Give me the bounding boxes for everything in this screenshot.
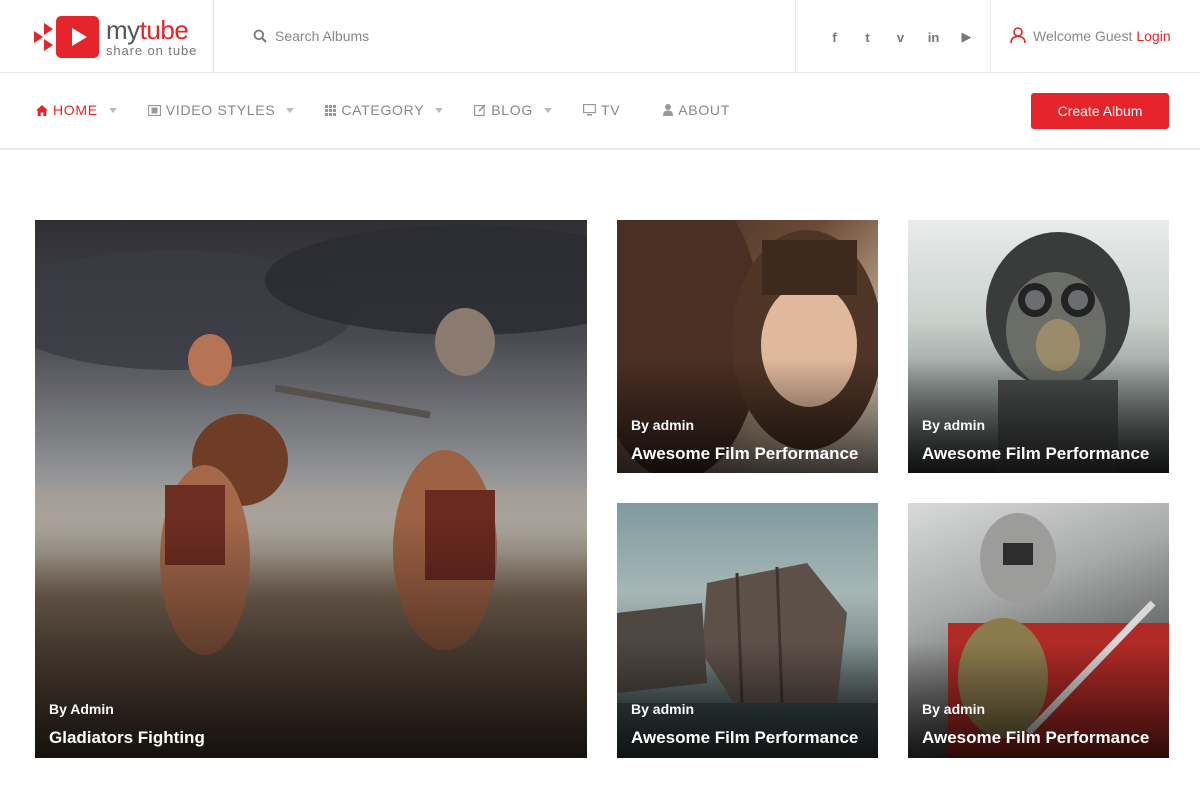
brand-name: mytube [106,15,189,45]
logo-icon [34,15,100,59]
album-card[interactable]: By admin Awesome Film Performance [908,503,1169,758]
chevron-down-icon [108,107,117,113]
search-input[interactable] [275,28,475,44]
nav-label: ABOUT [678,102,730,118]
welcome-text: Welcome Guest [1033,27,1133,44]
album-author: By admin [922,417,986,433]
album-author: By admin [631,701,695,717]
divider [990,0,991,73]
nav-label: CATEGORY [341,102,425,118]
nav-item-tv[interactable]: TV [582,102,621,118]
nav-item-blog[interactable]: BLOG [474,102,552,118]
film-icon [147,104,161,116]
main-nav: HOME VIDEO STYLES CATEGORY BLOG TV ABOUT… [0,73,1200,150]
nav-label: BLOG [491,102,533,118]
facebook-icon[interactable]: f [818,26,851,48]
album-author: By Admin [49,701,114,717]
divider [213,0,214,73]
album-title[interactable]: Awesome Film Performance [922,728,1149,748]
social-links: f t v in ▶ [818,26,983,48]
monitor-icon [582,104,596,116]
nav-item-video-styles[interactable]: VIDEO STYLES [147,102,295,118]
search-box [253,28,475,44]
nav-item-about[interactable]: ABOUT [663,102,730,118]
album-card[interactable]: By admin Awesome Film Performance [617,220,878,473]
nav-item-category[interactable]: CATEGORY [325,102,444,118]
person-icon [663,104,674,116]
site-logo[interactable]: mytube share on tube [34,15,197,59]
album-card[interactable]: By admin Awesome Film Performance [908,220,1169,473]
chevron-down-icon [543,107,552,113]
brand-tagline: share on tube [106,43,198,58]
album-title[interactable]: Awesome Film Performance [631,444,858,464]
grid-icon [325,104,337,116]
create-album-button[interactable]: Create Album [1031,93,1169,129]
user-area: Welcome Guest Login [1010,27,1171,44]
login-link[interactable]: Login [1136,28,1170,44]
album-author: By admin [922,701,986,717]
divider [795,0,796,73]
album-author: By admin [631,417,695,433]
album-card-featured[interactable]: By Admin Gladiators Fighting [35,220,587,758]
youtube-icon[interactable]: ▶ [950,26,983,48]
top-bar: mytube share on tube f t v in ▶ Welcome … [0,0,1200,73]
twitter-icon[interactable]: t [851,26,884,48]
chevron-down-icon [435,107,444,113]
nav-label: HOME [53,102,98,118]
logo-text: mytube share on tube [106,17,197,57]
user-icon [1010,27,1026,44]
search-icon[interactable] [253,29,267,43]
nav-label: TV [600,102,621,118]
chevron-down-icon [286,107,295,113]
linkedin-icon[interactable]: in [917,26,950,48]
album-title[interactable]: Awesome Film Performance [922,444,1149,464]
album-card[interactable]: By admin Awesome Film Performance [617,503,878,758]
nav-item-home[interactable]: HOME [36,102,117,118]
home-icon [36,104,48,116]
album-title[interactable]: Awesome Film Performance [631,728,858,748]
nav-label: VIDEO STYLES [165,102,276,118]
album-title[interactable]: Gladiators Fighting [49,728,205,748]
edit-icon [474,104,486,116]
vimeo-icon[interactable]: v [884,26,917,48]
